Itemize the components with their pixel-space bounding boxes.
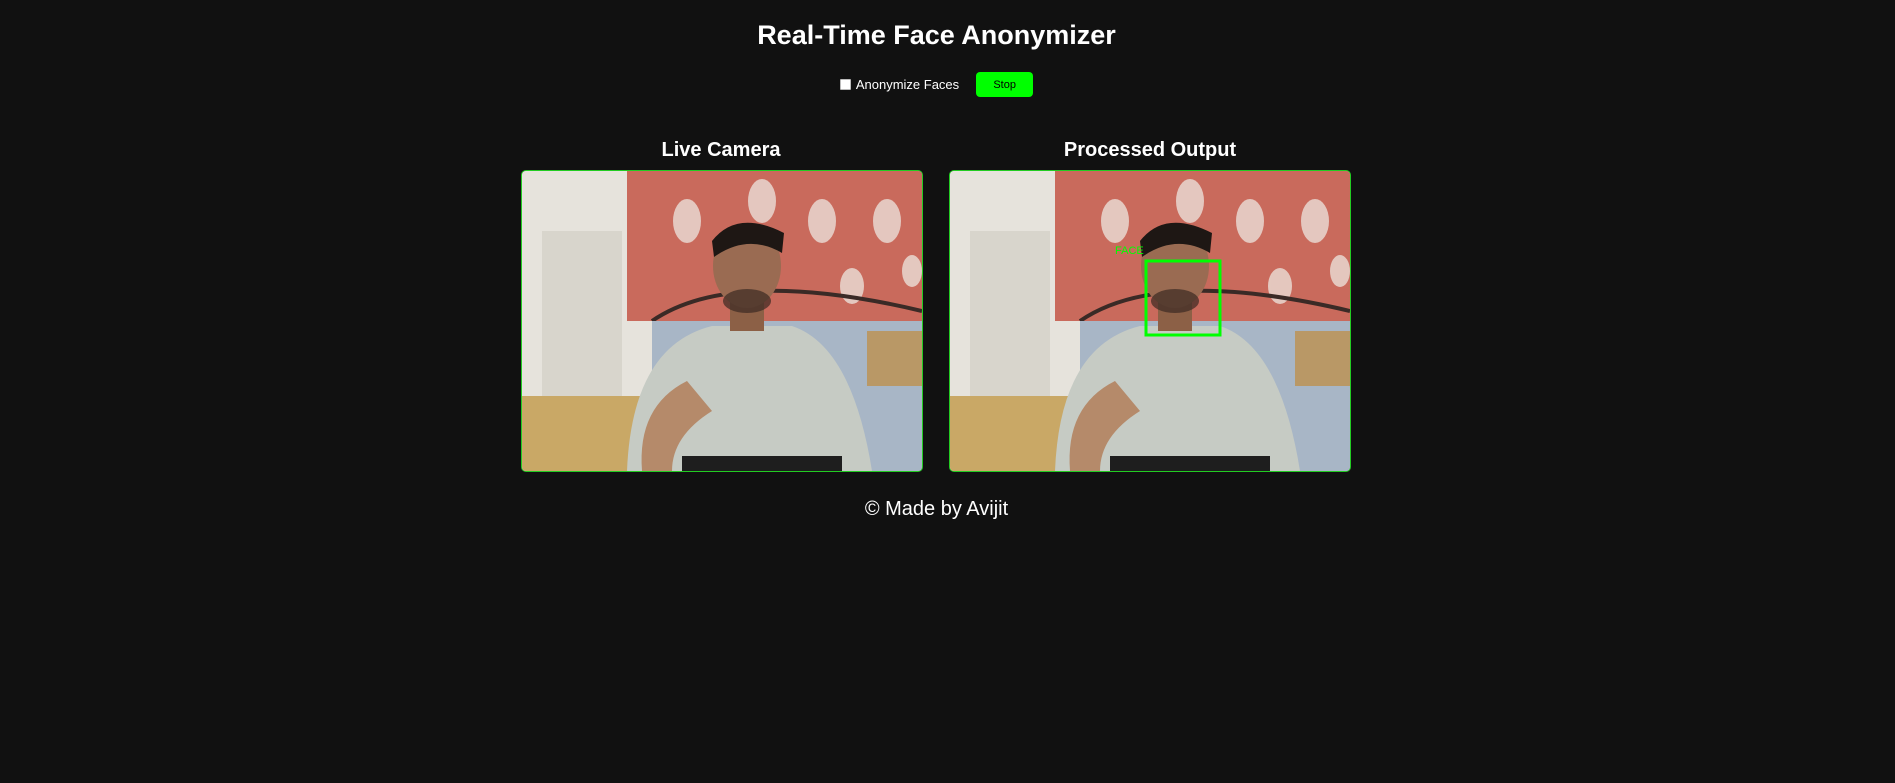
anonymize-label: Anonymize Faces	[855, 77, 960, 92]
footer-credit: © Made by Avijit	[864, 498, 1009, 520]
processed-output-video: FACE	[949, 170, 1351, 472]
face-detection-label: FACE	[1115, 245, 1144, 257]
stop-button[interactable]: Stop	[976, 72, 1034, 97]
processed-output-title: Processed Output	[1063, 139, 1237, 161]
anonymize-checkbox[interactable]	[839, 79, 851, 90]
app-page: Real-Time Face Anonymizer Anonymize Face…	[0, 0, 1895, 783]
controls-bar: Anonymize Faces Stop	[0, 72, 1873, 97]
camera-frame-image	[522, 171, 922, 471]
processed-frame-image: FACE	[950, 171, 1350, 471]
anonymize-toggle[interactable]: Anonymize Faces	[839, 77, 960, 92]
live-camera-video	[521, 170, 923, 472]
page-title: Real-Time Face Anonymizer	[757, 20, 1116, 50]
live-camera-title: Live Camera	[661, 139, 781, 161]
